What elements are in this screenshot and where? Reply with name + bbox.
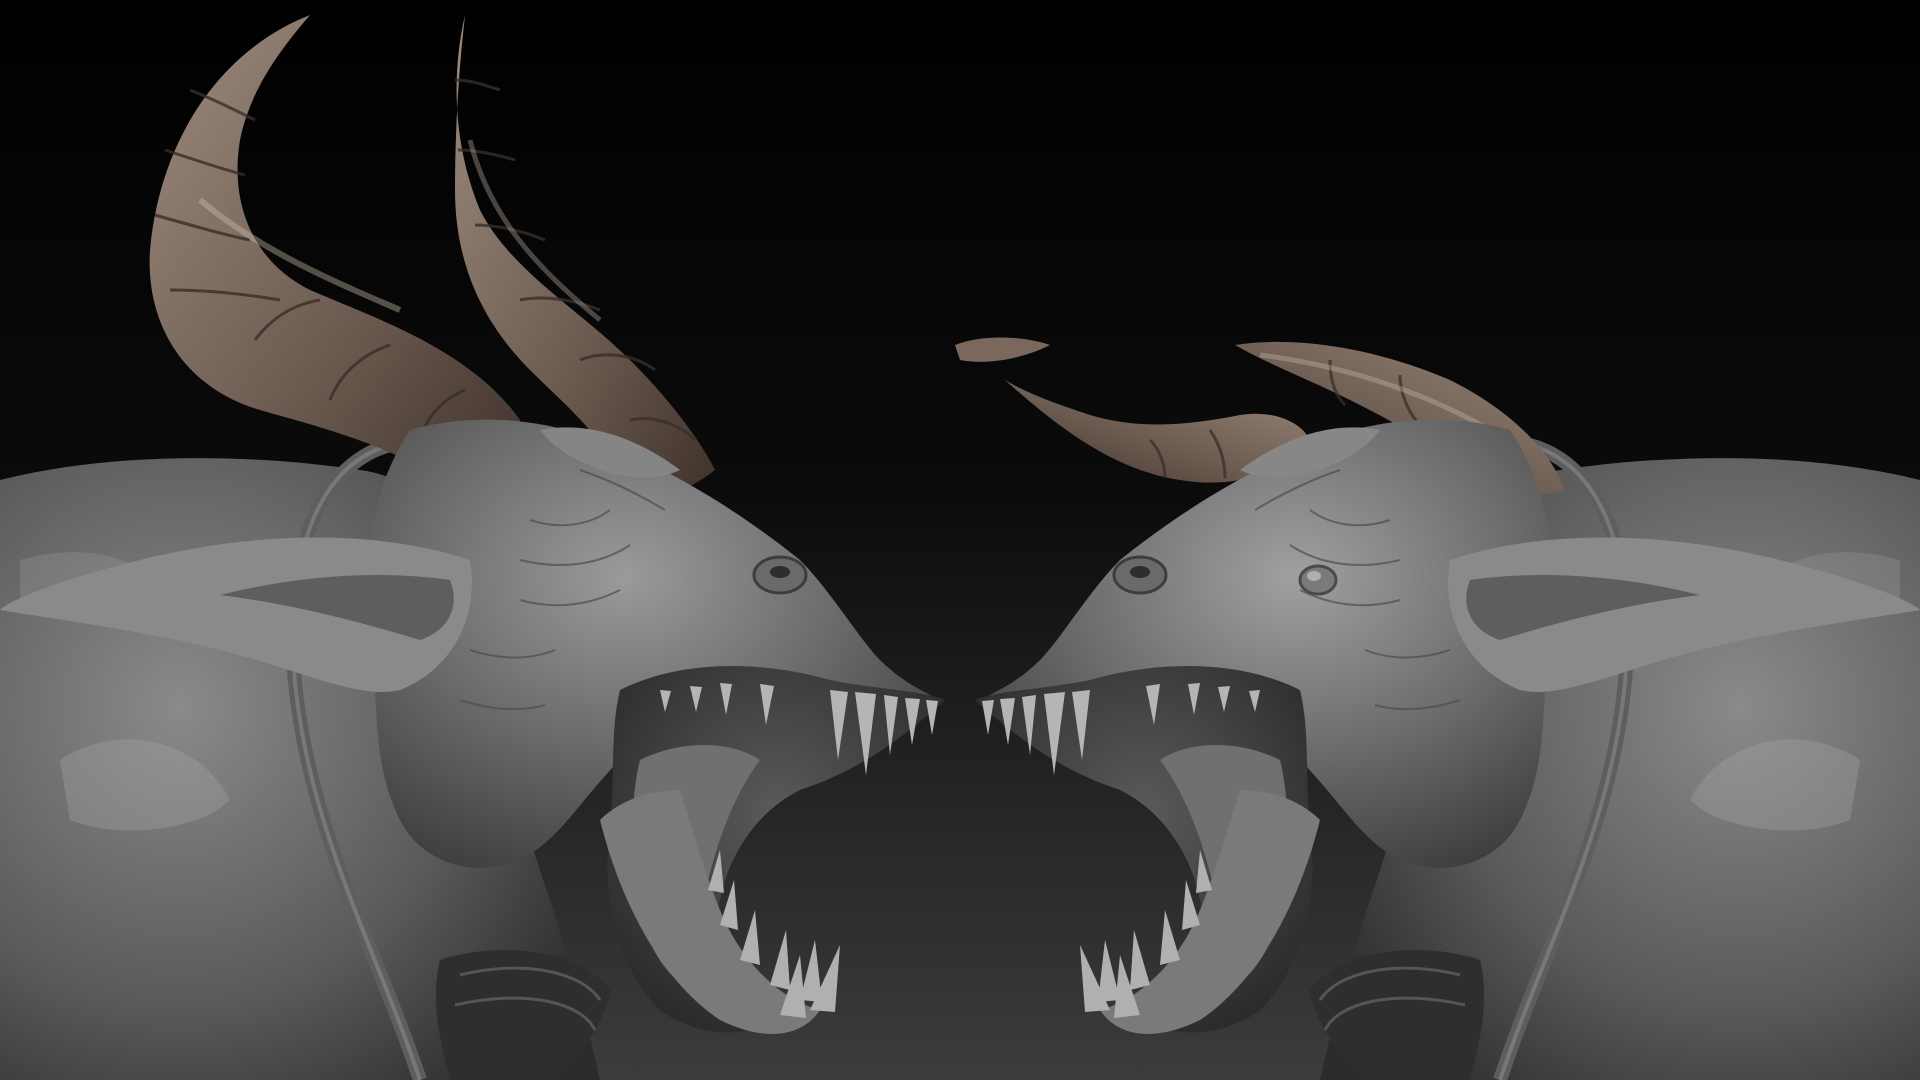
viewport — [0, 0, 1920, 1080]
sculpt-render — [0, 0, 1920, 1080]
